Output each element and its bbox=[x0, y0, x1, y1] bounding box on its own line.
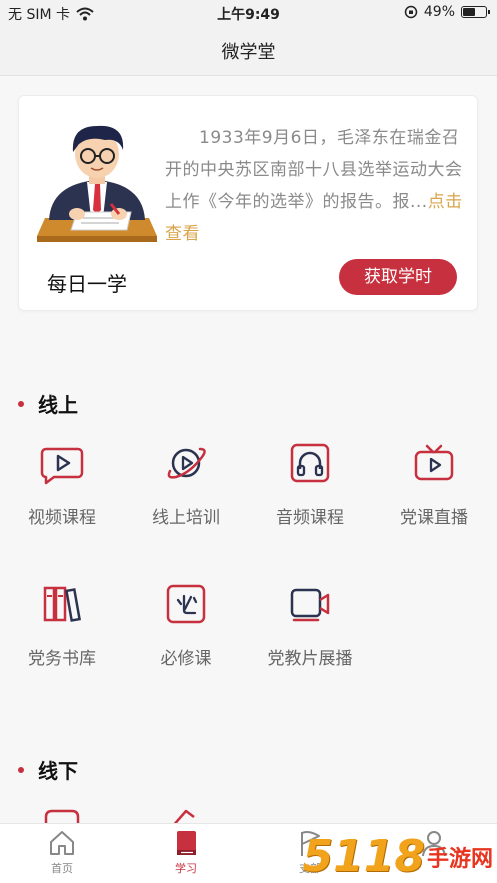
main-content[interactable]: 1933年9月6日，毛泽东在瑞金召开的中央苏区南部十八县选举运动大会上作《今年的… bbox=[0, 77, 497, 823]
tab-study[interactable]: 学习 bbox=[146, 828, 226, 876]
watermark-digits: 5118 bbox=[302, 831, 425, 882]
excerpt-text: 1933年9月6日，毛泽东在瑞金召开的中央苏区南部十八县选举运动大会上作《今年的… bbox=[165, 128, 463, 212]
rotation-lock-icon bbox=[404, 5, 418, 19]
grid-label: 音频课程 bbox=[276, 508, 344, 528]
offline-item-icon[interactable] bbox=[40, 807, 84, 823]
battery-icon bbox=[461, 6, 490, 18]
watermark-text: 手游网 bbox=[426, 847, 493, 872]
offline-title-text: 线下 bbox=[38, 759, 78, 783]
tab-home[interactable]: 首页 bbox=[22, 828, 102, 876]
headphones-icon bbox=[290, 443, 330, 483]
required-course-icon bbox=[166, 584, 206, 624]
grid-item-party-library[interactable]: 党务书库 bbox=[0, 582, 124, 669]
books-icon bbox=[43, 586, 81, 622]
daily-study-label: 每日一学 bbox=[47, 272, 127, 296]
daily-study-card[interactable]: 1933年9月6日，毛泽东在瑞金召开的中央苏区南部十八县选举运动大会上作《今年的… bbox=[18, 95, 478, 311]
tab-bar: 首页 学习 支部 5118 手游网 bbox=[0, 823, 497, 883]
get-study-hours-button[interactable]: 获取学时 bbox=[339, 259, 457, 295]
battery-percent: 49% bbox=[423, 4, 455, 20]
online-title-text: 线上 bbox=[38, 393, 78, 417]
grid-label: 线上培训 bbox=[152, 508, 220, 528]
page-title: 微学堂 bbox=[221, 42, 276, 63]
site-watermark-logo: 5118 手游网 bbox=[303, 835, 493, 879]
video-camera-icon bbox=[290, 588, 330, 622]
grid-item-party-live[interactable]: 党课直播 bbox=[372, 441, 496, 528]
tab-label: 首页 bbox=[51, 862, 73, 875]
grid-item-video-course[interactable]: 视频课程 bbox=[0, 441, 124, 528]
home-icon bbox=[50, 831, 74, 855]
online-section-title: 线上 bbox=[18, 389, 78, 418]
nav-bar: 微学堂 bbox=[0, 26, 497, 76]
daily-excerpt: 1933年9月6日，毛泽东在瑞金召开的中央苏区南部十八县选举运动大会上作《今年的… bbox=[165, 122, 469, 250]
grid-label: 党务书库 bbox=[28, 649, 96, 669]
status-bar: 无 SIM 卡 上午9:49 49% bbox=[0, 0, 497, 26]
grid-item-online-training[interactable]: 线上培训 bbox=[124, 441, 248, 528]
section-dot bbox=[18, 400, 24, 407]
grid-label: 必修课 bbox=[160, 649, 212, 669]
section-dot bbox=[18, 766, 24, 773]
grid-item-education-film[interactable]: 党教片展播 bbox=[248, 582, 372, 669]
studying-man-illustration bbox=[37, 125, 157, 242]
online-training-icon bbox=[167, 447, 206, 479]
grid-item-required-course[interactable]: 必修课 bbox=[124, 582, 248, 669]
offline-section-title: 线下 bbox=[18, 755, 78, 784]
study-book-icon bbox=[177, 831, 196, 855]
grid-item-audio-course[interactable]: 音频课程 bbox=[248, 441, 372, 528]
tab-label: 学习 bbox=[175, 862, 197, 875]
grid-label: 党教片展播 bbox=[267, 649, 353, 669]
offline-item-icon[interactable] bbox=[164, 807, 208, 823]
grid-label: 党课直播 bbox=[400, 508, 468, 528]
grid-label: 视频课程 bbox=[28, 508, 96, 528]
video-play-icon bbox=[40, 447, 84, 485]
live-tv-icon bbox=[414, 444, 454, 481]
